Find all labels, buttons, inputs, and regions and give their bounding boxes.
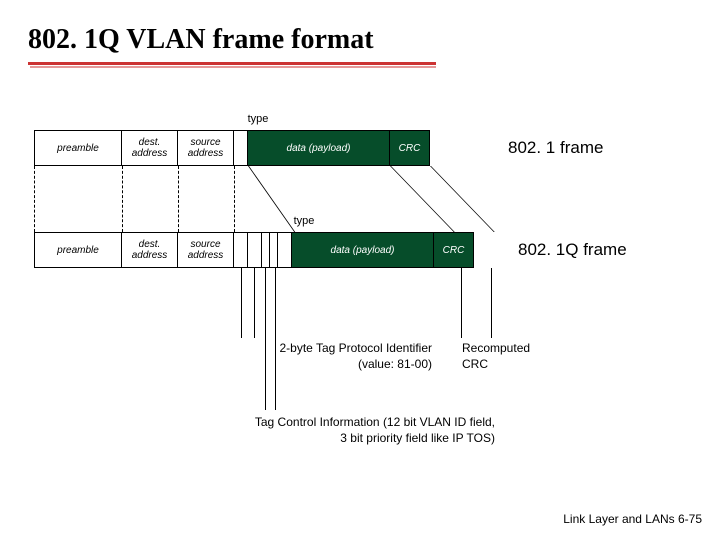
dash-line — [178, 166, 179, 232]
annot-tci: Tag Control Information (12 bit VLAN ID … — [205, 414, 495, 446]
annot-recomputed: Recomputed CRC — [462, 340, 552, 372]
callout-line — [461, 268, 462, 338]
dash-line — [234, 166, 235, 232]
field-dest: dest. address — [122, 130, 178, 166]
callout-line — [254, 268, 255, 338]
field-crc-top: CRC — [390, 130, 430, 166]
field-type-top — [234, 130, 248, 166]
field-crc-bottom: CRC — [434, 232, 474, 268]
callout-line — [241, 268, 242, 338]
annot-tpid: 2-byte Tag Protocol Identifier (value: 8… — [252, 340, 432, 372]
label-8021q: 802. 1Q frame — [518, 240, 627, 260]
callout-line — [491, 268, 492, 338]
dash-line — [34, 166, 35, 232]
type-label-bottom: type — [289, 215, 319, 227]
title-underline — [28, 62, 436, 65]
field-src: source address — [178, 232, 234, 268]
field-src: source address — [178, 130, 234, 166]
field-tpid2 — [248, 232, 262, 268]
footer: Link Layer and LANs 6-75 — [563, 512, 702, 526]
frame-8021q: preamble dest. address source address da… — [34, 232, 474, 268]
field-preamble: preamble — [34, 232, 122, 268]
field-tci1 — [262, 232, 270, 268]
frame-8021: preamble dest. address source address da… — [34, 130, 430, 166]
type-label-top: type — [243, 113, 273, 125]
field-data-bottom: data (payload) — [292, 232, 434, 268]
callout-line — [275, 268, 276, 410]
field-tci2 — [270, 232, 278, 268]
page-title: 802. 1Q VLAN frame format — [28, 24, 374, 56]
dash-line — [122, 166, 123, 232]
field-data-top: data (payload) — [248, 130, 390, 166]
title-underline-shadow — [30, 66, 436, 68]
map-line — [390, 166, 455, 232]
field-preamble: preamble — [34, 130, 122, 166]
field-type-bottom — [278, 232, 292, 268]
callout-line — [265, 268, 266, 410]
label-8021: 802. 1 frame — [508, 138, 603, 158]
field-tpid1 — [234, 232, 248, 268]
field-dest: dest. address — [122, 232, 178, 268]
map-line — [430, 166, 495, 232]
